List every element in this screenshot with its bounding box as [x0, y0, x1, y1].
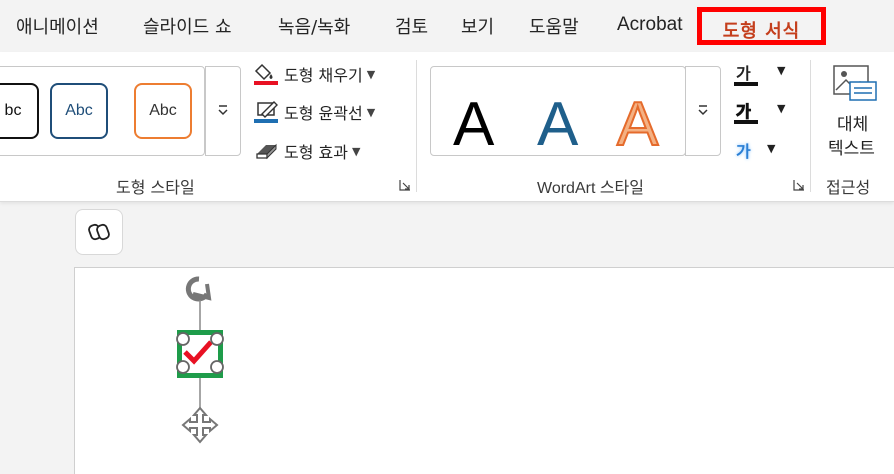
selected-shape-group — [176, 276, 224, 444]
paint-bucket-icon — [254, 62, 280, 86]
wordart-style-blue[interactable]: A — [537, 89, 578, 160]
shape-style-2[interactable]: Abc — [50, 83, 108, 139]
chevron-down-icon: ▼ — [366, 105, 376, 119]
accessibility-group-label: 접근성 — [826, 178, 871, 197]
copilot-icon — [88, 223, 110, 241]
text-effects-button[interactable]: 가 ▼ — [733, 138, 789, 168]
ribbon: bc Abc Abc 도형 채우기 ▼ 도형 윤곽선 ▼ 도형 효과 ▼ 도형 … — [0, 52, 894, 202]
text-outline-icon: 가 — [736, 102, 752, 122]
tab-animations[interactable]: 애니메이션 — [16, 13, 99, 39]
resize-handle-top-left[interactable] — [176, 332, 190, 346]
shape-style-1-label: bc — [4, 102, 22, 119]
shape-style-1[interactable]: bc — [0, 83, 39, 139]
tab-shape-format-label: 도형 서식 — [722, 21, 801, 42]
alt-text-label-2: 텍스트 — [828, 139, 875, 159]
copilot-button[interactable] — [75, 209, 123, 255]
text-fill-icon: 가 — [736, 64, 751, 83]
group-separator — [810, 60, 811, 192]
ribbon-tab-bar: 애니메이션 슬라이드 쇼 녹음/녹화 검토 보기 도움말 Acrobat 도형 … — [0, 0, 894, 52]
shape-effects-label: 도형 효과 — [284, 143, 348, 162]
shape-fill-button[interactable]: 도형 채우기 ▼ — [254, 62, 375, 86]
rotate-handle-icon[interactable] — [185, 276, 212, 302]
text-outline-button[interactable]: 가 ▼ — [733, 98, 789, 132]
shape-fill-label: 도형 채우기 — [284, 66, 363, 85]
move-handle-icon[interactable] — [181, 406, 219, 444]
tab-shape-format[interactable]: 도형 서식 — [697, 7, 826, 45]
shape-outline-button[interactable]: 도형 윤곽선 ▼ — [254, 100, 375, 124]
text-outline-color-bar — [734, 120, 758, 124]
group-separator — [416, 60, 417, 192]
chevron-down-icon: ▼ — [351, 144, 361, 158]
tab-slide-show[interactable]: 슬라이드 쇼 — [143, 13, 232, 39]
wordart-more-button[interactable] — [685, 66, 721, 156]
tab-review[interactable]: 검토 — [395, 13, 428, 39]
resize-handle-bottom-right[interactable] — [210, 360, 224, 374]
dialog-launcher-icon[interactable] — [793, 179, 805, 191]
shape-styles-more-button[interactable] — [205, 66, 241, 156]
tab-recording[interactable]: 녹음/녹화 — [278, 13, 350, 39]
tab-acrobat[interactable]: Acrobat — [617, 14, 682, 36]
tab-view[interactable]: 보기 — [461, 13, 494, 39]
chevron-down-icon: ▼ — [777, 64, 786, 77]
shape-style-3-label: Abc — [149, 102, 177, 119]
dialog-launcher-icon[interactable] — [399, 179, 411, 191]
text-fill-button[interactable]: 가 ▼ — [733, 60, 789, 94]
shape-styles-group-label: 도형 스타일 — [116, 178, 195, 197]
shape-style-2-label: Abc — [65, 102, 93, 119]
text-fill-color-bar — [734, 82, 758, 86]
shape-effects-button[interactable]: 도형 효과 ▼ — [254, 139, 360, 163]
pen-outline-icon — [254, 100, 280, 124]
shape-outline-label: 도형 윤곽선 — [284, 104, 363, 123]
resize-handle-bottom-left[interactable] — [176, 360, 190, 374]
slide-canvas[interactable] — [74, 267, 894, 474]
wordart-style-black[interactable]: A — [453, 89, 494, 160]
resize-handle-top-right[interactable] — [210, 332, 224, 346]
alt-text-label-1: 대체 — [837, 115, 869, 135]
chevron-down-icon: ▼ — [366, 67, 376, 81]
text-effects-icon: 가 — [736, 142, 751, 161]
wordart-style-orange[interactable]: A — [616, 89, 659, 160]
wordart-group-label: WordArt 스타일 — [537, 180, 644, 197]
alt-text-button[interactable]: 대체 텍스트 — [820, 62, 888, 162]
shape-effects-icon — [254, 139, 280, 163]
wordart-gallery: A A A — [430, 66, 686, 160]
more-chevron-icon — [218, 105, 228, 116]
shape-styles-gallery: bc Abc Abc — [0, 66, 205, 156]
tab-help[interactable]: 도움말 — [529, 13, 579, 39]
chevron-down-icon: ▼ — [767, 142, 776, 155]
shape-style-3[interactable]: Abc — [134, 83, 192, 139]
more-chevron-icon — [698, 105, 708, 116]
alt-text-icon — [833, 65, 877, 101]
chevron-down-icon: ▼ — [777, 102, 786, 115]
